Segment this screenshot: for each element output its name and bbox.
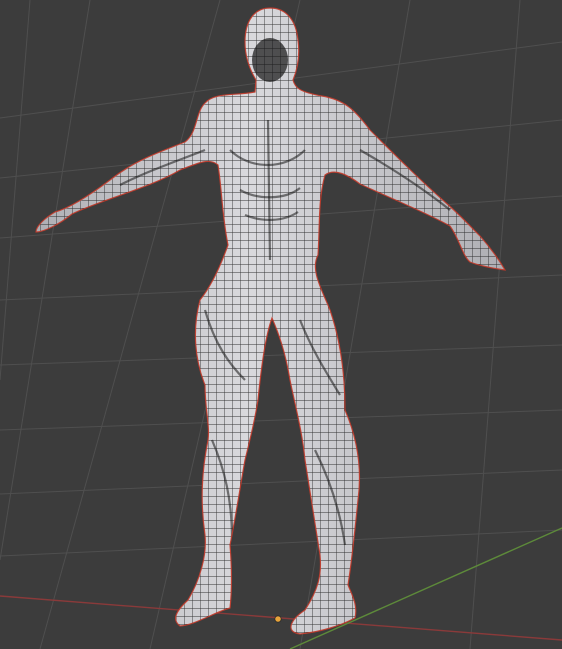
object-origin-icon[interactable] [274, 615, 282, 623]
viewport-scene[interactable] [0, 0, 562, 649]
3d-viewport[interactable] [0, 0, 562, 649]
mesh-face-shadow [252, 38, 288, 82]
